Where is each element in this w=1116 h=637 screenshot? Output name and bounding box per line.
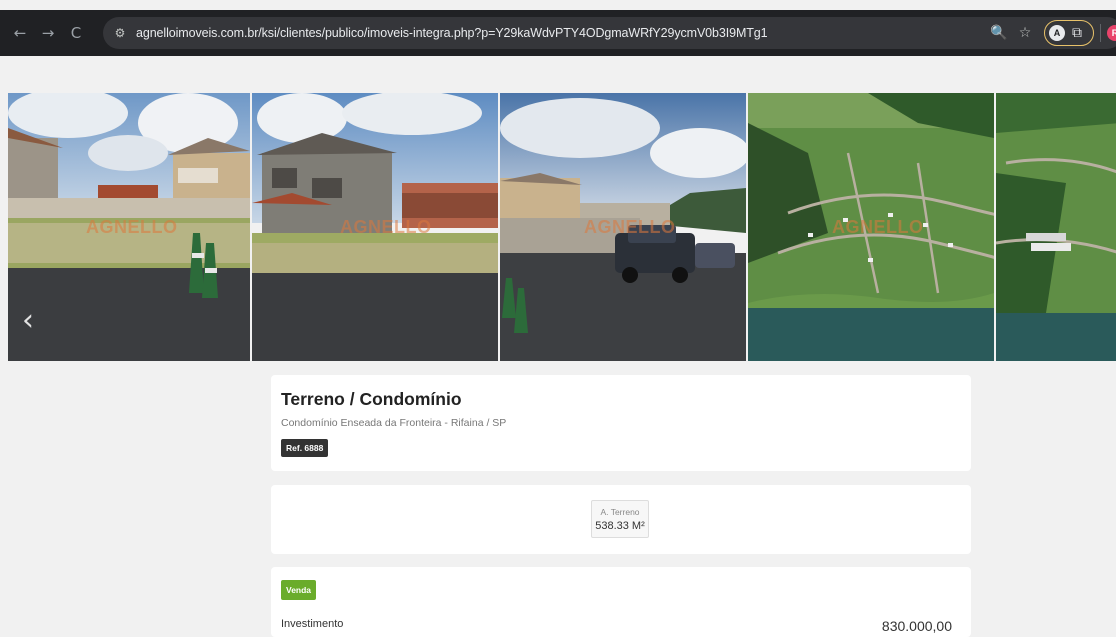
watermark-logo: AGNELLO xyxy=(86,217,178,237)
reload-icon[interactable]: C xyxy=(62,24,90,42)
watermark-logo: AGNELLO xyxy=(832,217,924,237)
url-domain: agnelloimoveis.com.br xyxy=(136,26,259,40)
investment-value: 830.000,00 xyxy=(881,618,952,634)
address-bar[interactable]: ⚙ agnelloimoveis.com.br/ksi/clientes/pub… xyxy=(103,17,1116,49)
property-features-card: A. Terreno 538.33 M² xyxy=(271,485,971,554)
gallery-photo[interactable]: AGNELLO xyxy=(252,93,498,361)
omnibox-actions: 🔍 ☆ A ⧉ R xyxy=(986,17,1116,49)
url-text[interactable]: agnelloimoveis.com.br/ksi/clientes/publi… xyxy=(136,26,768,40)
gallery-photo[interactable]: AGNELLO xyxy=(8,93,250,361)
browser-toolbar: ← → C ⚙ agnelloimoveis.com.br/ksi/client… xyxy=(0,10,1116,56)
forward-arrow-icon[interactable]: → xyxy=(34,24,62,42)
land-area-label: A. Terreno xyxy=(600,507,640,517)
land-area-box: A. Terreno 538.33 M² xyxy=(591,500,649,538)
photo-gallery[interactable]: AGNELLO AGNELLO AGNELLO AGNELLO ‹ xyxy=(8,93,1116,361)
gallery-prev-arrow[interactable]: ‹ xyxy=(22,303,34,338)
watermark-logo: AGNELLO xyxy=(340,217,432,237)
extension-icon[interactable]: A xyxy=(1049,25,1065,41)
gallery-photo[interactable] xyxy=(996,93,1116,361)
gallery-photo[interactable]: AGNELLO xyxy=(748,93,994,361)
zoom-icon[interactable]: 🔍 xyxy=(986,25,1012,41)
property-header-card: Terreno / Condomínio Condomínio Enseada … xyxy=(271,375,971,471)
land-area-value: 538.33 M² xyxy=(595,520,645,532)
sale-badge: Venda xyxy=(281,580,317,600)
toolbar-divider xyxy=(1100,24,1101,42)
url-path: /ksi/clientes/publico/imoveis-integra.ph… xyxy=(258,26,768,40)
ref-badge: Ref. 6888 xyxy=(281,439,329,457)
property-pricing-card: Venda Investimento 830.000,00 xyxy=(271,567,971,637)
page-header-space xyxy=(0,56,1116,93)
property-title: Terreno / Condomínio xyxy=(281,389,462,409)
investment-label: Investimento xyxy=(281,618,344,630)
property-location: Condomínio Enseada da Fronteira - Rifain… xyxy=(281,417,507,429)
watermark-logo: AGNELLO xyxy=(584,217,676,237)
bookmark-star-icon[interactable]: ☆ xyxy=(1012,25,1038,41)
gallery-photo[interactable]: AGNELLO xyxy=(500,93,746,361)
profile-avatar[interactable]: R xyxy=(1107,25,1116,41)
site-settings-icon[interactable]: ⚙ xyxy=(110,23,130,43)
extensions-group: A ⧉ xyxy=(1044,20,1094,46)
puzzle-icon[interactable]: ⧉ xyxy=(1065,25,1089,41)
back-arrow-icon[interactable]: ← xyxy=(6,24,34,42)
